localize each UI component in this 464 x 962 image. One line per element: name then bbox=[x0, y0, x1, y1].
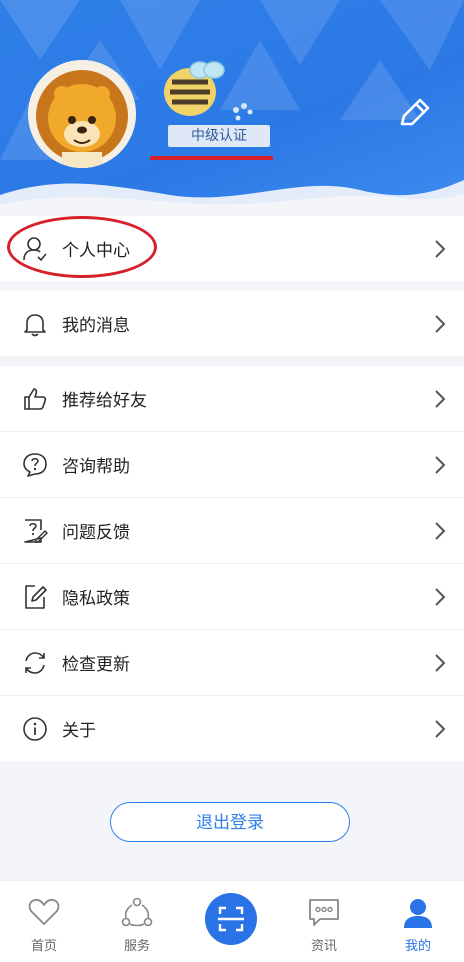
share-nodes-icon bbox=[121, 897, 153, 927]
tab-label: 首页 bbox=[30, 939, 57, 954]
lion-avatar-icon bbox=[28, 60, 136, 168]
scan-icon bbox=[218, 906, 244, 932]
edit-pencil-icon[interactable] bbox=[396, 96, 432, 132]
avatar[interactable] bbox=[28, 60, 136, 168]
question-circle-icon bbox=[23, 453, 47, 477]
menu-item-label: 咨询帮助 bbox=[62, 457, 130, 477]
menu-item-label: 检查更新 bbox=[62, 655, 130, 675]
header-wave bbox=[0, 180, 464, 215]
menu-item-feedback[interactable]: 问题反馈 bbox=[0, 498, 464, 564]
heart-icon bbox=[28, 898, 60, 925]
menu-item-label: 隐私政策 bbox=[62, 589, 130, 609]
menu-item-label: 问题反馈 bbox=[62, 523, 130, 543]
tab-label: 我的 bbox=[404, 939, 431, 954]
document-edit-icon bbox=[25, 585, 47, 609]
bell-icon bbox=[24, 314, 46, 337]
tab-home[interactable]: 首页 bbox=[4, 881, 84, 962]
chevron-right-icon bbox=[435, 456, 446, 474]
tab-news[interactable]: 资讯 bbox=[284, 881, 364, 962]
tab-service[interactable]: 服务 bbox=[97, 881, 177, 962]
refresh-icon bbox=[25, 652, 45, 674]
logout-button[interactable]: 退出登录 bbox=[110, 802, 350, 842]
menu-item-label: 推荐给好友 bbox=[62, 391, 147, 411]
menu-item-recommend[interactable]: 推荐给好友 bbox=[0, 366, 464, 432]
chevron-right-icon bbox=[435, 522, 446, 540]
chevron-right-icon bbox=[435, 315, 446, 333]
menu-item-my-messages[interactable]: 我的消息 bbox=[0, 291, 464, 356]
chevron-right-icon bbox=[435, 588, 446, 606]
person-icon bbox=[404, 899, 432, 928]
menu-item-label: 我的消息 bbox=[62, 316, 130, 336]
profile-header: 中级认证 bbox=[0, 0, 464, 215]
scan-button[interactable] bbox=[205, 893, 257, 945]
chevron-right-icon bbox=[435, 654, 446, 672]
thumbs-up-icon bbox=[24, 388, 47, 410]
menu-item-privacy-policy[interactable]: 隐私政策 bbox=[0, 564, 464, 630]
tab-mine[interactable]: 我的 bbox=[378, 881, 458, 962]
feedback-icon bbox=[24, 519, 48, 543]
annotation-underline bbox=[150, 156, 273, 160]
menu-group-messages: 我的消息 bbox=[0, 291, 464, 356]
tab-label: 服务 bbox=[123, 939, 150, 954]
level-badge-label: 中级认证 bbox=[168, 125, 270, 147]
info-icon bbox=[23, 717, 47, 741]
chat-bubble-icon bbox=[309, 899, 339, 926]
menu-item-label: 关于 bbox=[62, 721, 96, 741]
tab-label: 资讯 bbox=[310, 939, 337, 954]
menu-group-general: 推荐给好友 咨询帮助 问题反馈 隐私政策 检查更新 关于 bbox=[0, 366, 464, 761]
menu-item-consult-help[interactable]: 咨询帮助 bbox=[0, 432, 464, 498]
annotation-circle bbox=[7, 216, 157, 278]
menu-item-about[interactable]: 关于 bbox=[0, 696, 464, 761]
chevron-right-icon bbox=[435, 720, 446, 738]
chevron-right-icon bbox=[435, 390, 446, 408]
chevron-right-icon bbox=[435, 240, 446, 258]
menu-item-check-update[interactable]: 检查更新 bbox=[0, 630, 464, 696]
